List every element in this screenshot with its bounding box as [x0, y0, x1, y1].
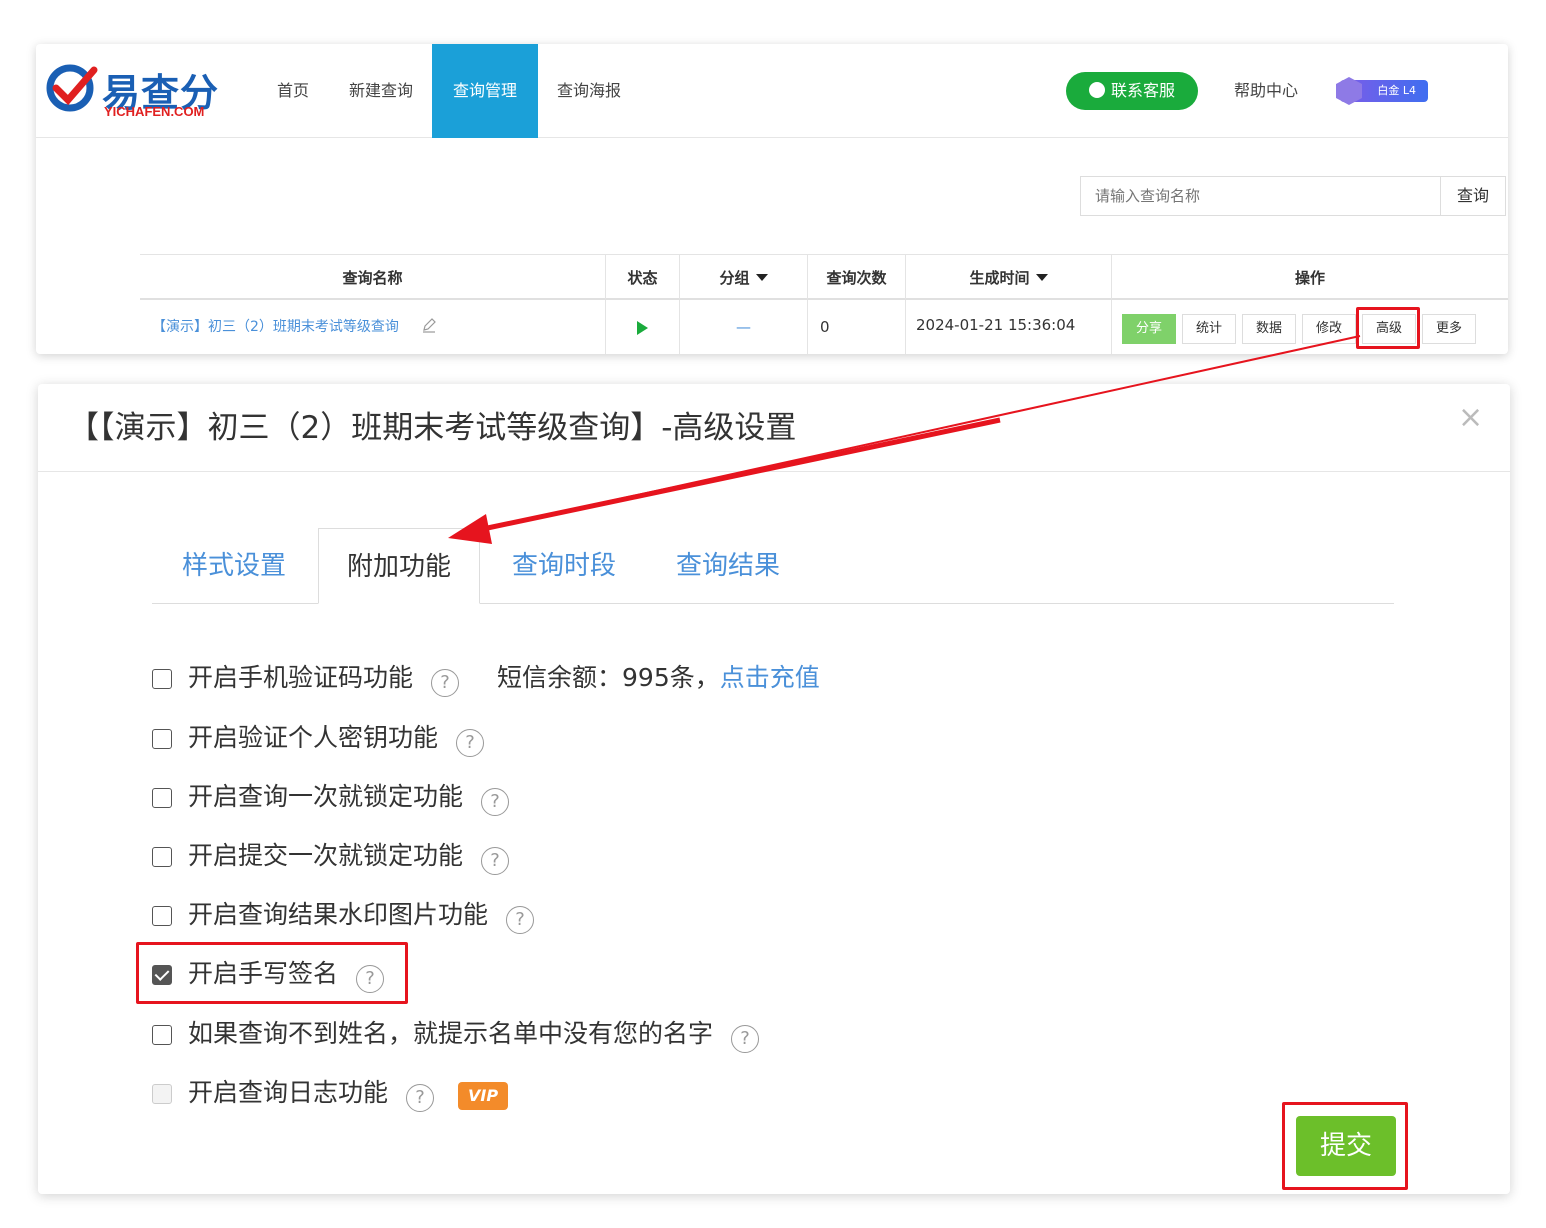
option-query-log: 开启查询日志功能? VIP — [152, 1073, 509, 1113]
header-group[interactable]: 分组 — [680, 254, 808, 300]
modal-title: 【【演示】初三（2）班期末考试等级查询】-高级设置 — [68, 410, 797, 446]
customer-service-label: 联系客服 — [1110, 81, 1175, 100]
logo-icon — [46, 64, 98, 112]
group-cell: — — [680, 300, 808, 354]
header-actions: 操作 — [1112, 254, 1508, 300]
name-not-found-checkbox[interactable] — [152, 1025, 172, 1045]
nav-query-poster[interactable]: 查询海报 — [544, 44, 634, 138]
edit-pencil-icon[interactable] — [421, 317, 437, 333]
tab-extra-features[interactable]: 附加功能 — [318, 528, 480, 604]
data-button[interactable]: 数据 — [1242, 314, 1296, 344]
option-watermark-image[interactable]: 开启查询结果水印图片功能? — [152, 895, 535, 935]
edit-button[interactable]: 修改 — [1302, 314, 1356, 344]
nav-query-management[interactable]: 查询管理 — [432, 44, 538, 138]
navbar: 易查分 YICHAFEN.COM 首页 新建查询 查询管理 查询海报 联系客服 … — [36, 44, 1508, 138]
help-icon[interactable]: ? — [431, 669, 460, 697]
membership-badge-label: 白金 L4 — [1377, 84, 1416, 97]
time-cell: 2024-01-21 15:36:04 — [906, 300, 1112, 354]
help-center-link[interactable]: 帮助中心 — [1234, 44, 1298, 138]
actions-cell: 分享 统计 数据 修改 高级 更多 — [1112, 300, 1508, 354]
caret-down-icon — [755, 274, 768, 281]
query-name-link[interactable]: 【演示】初三（2）班期末考试等级查询 — [152, 319, 399, 335]
advanced-highlight-box — [1356, 307, 1420, 349]
query-management-panel: 易查分 YICHAFEN.COM 首页 新建查询 查询管理 查询海报 联系客服 … — [36, 44, 1508, 354]
help-icon[interactable]: ? — [731, 1025, 760, 1053]
vip-tag: VIP — [458, 1082, 509, 1110]
lock-after-query-checkbox[interactable] — [152, 788, 172, 808]
query-log-checkbox — [152, 1084, 172, 1104]
table-row-name[interactable]: 【演示】初三（2）班期末考试等级查询 — [140, 300, 606, 354]
header-created-time[interactable]: 生成时间 — [906, 254, 1112, 300]
caret-down-icon — [1035, 274, 1048, 281]
more-button[interactable]: 更多 — [1422, 314, 1476, 344]
tab-query-results[interactable]: 查询结果 — [658, 528, 798, 604]
logo[interactable]: 易查分 YICHAFEN.COM — [44, 60, 224, 120]
option-label: 开启验证个人密钥功能 — [188, 723, 439, 752]
signature-highlight-box — [136, 942, 408, 1004]
option-sms-verification[interactable]: 开启手机验证码功能? 短信余额：995条，点击充值 — [152, 658, 820, 698]
nav-home[interactable]: 首页 — [258, 44, 328, 138]
submit-highlight-box — [1282, 1102, 1408, 1190]
sms-verification-checkbox[interactable] — [152, 669, 172, 689]
option-label: 开启查询结果水印图片功能 — [188, 900, 489, 929]
watermark-image-checkbox[interactable] — [152, 906, 172, 926]
header-status: 状态 — [606, 254, 680, 300]
stats-button[interactable]: 统计 — [1182, 314, 1236, 344]
help-icon[interactable]: ? — [506, 906, 535, 934]
option-label: 开启手机验证码功能 — [188, 663, 414, 692]
help-icon[interactable]: ? — [406, 1084, 435, 1112]
count-cell: 0 — [808, 300, 906, 354]
modal-divider — [38, 471, 1510, 472]
membership-badge[interactable]: 白金 L4 — [1336, 77, 1428, 105]
search-button[interactable]: 查询 — [1441, 177, 1505, 215]
badge-hex-icon — [1336, 77, 1362, 105]
lock-after-submit-checkbox[interactable] — [152, 847, 172, 867]
logo-subtext: YICHAFEN.COM — [104, 104, 205, 119]
option-label: 开启查询日志功能 — [188, 1078, 389, 1107]
help-icon[interactable]: ? — [481, 847, 510, 875]
personal-key-checkbox[interactable] — [152, 729, 172, 749]
option-lock-after-submit[interactable]: 开启提交一次就锁定功能? — [152, 836, 510, 876]
header-created-time-label: 生成时间 — [969, 269, 1030, 287]
sms-balance-text: 短信余额：995条， — [497, 663, 720, 692]
help-icon[interactable]: ? — [456, 729, 485, 757]
help-icon[interactable]: ? — [481, 788, 510, 816]
option-name-not-found-hint[interactable]: 如果查询不到姓名，就提示名单中没有您的名字? — [152, 1014, 760, 1054]
header-group-label: 分组 — [719, 269, 750, 287]
option-lock-after-query[interactable]: 开启查询一次就锁定功能? — [152, 777, 510, 817]
customer-service-button[interactable]: 联系客服 — [1066, 72, 1198, 110]
headset-icon — [1088, 82, 1105, 98]
close-icon[interactable]: × — [1458, 400, 1483, 435]
option-personal-key[interactable]: 开启验证个人密钥功能? — [152, 718, 485, 758]
advanced-settings-modal: 【【演示】初三（2）班期末考试等级查询】-高级设置 × 样式设置 附加功能 查询… — [38, 384, 1510, 1194]
search-input[interactable] — [1081, 177, 1441, 215]
recharge-link[interactable]: 点击充值 — [720, 663, 820, 692]
tab-query-period[interactable]: 查询时段 — [494, 528, 634, 604]
play-icon[interactable] — [637, 320, 648, 335]
option-label: 开启提交一次就锁定功能 — [188, 841, 464, 870]
header-query-name: 查询名称 — [140, 254, 606, 300]
share-button[interactable]: 分享 — [1122, 314, 1176, 344]
nav-new-query[interactable]: 新建查询 — [336, 44, 426, 138]
status-cell — [606, 300, 680, 354]
option-label: 如果查询不到姓名，就提示名单中没有您的名字 — [188, 1019, 714, 1048]
tab-style-settings[interactable]: 样式设置 — [164, 528, 304, 604]
search-bar: 查询 — [1080, 176, 1506, 216]
header-query-count: 查询次数 — [808, 254, 906, 300]
option-label: 开启查询一次就锁定功能 — [188, 782, 464, 811]
